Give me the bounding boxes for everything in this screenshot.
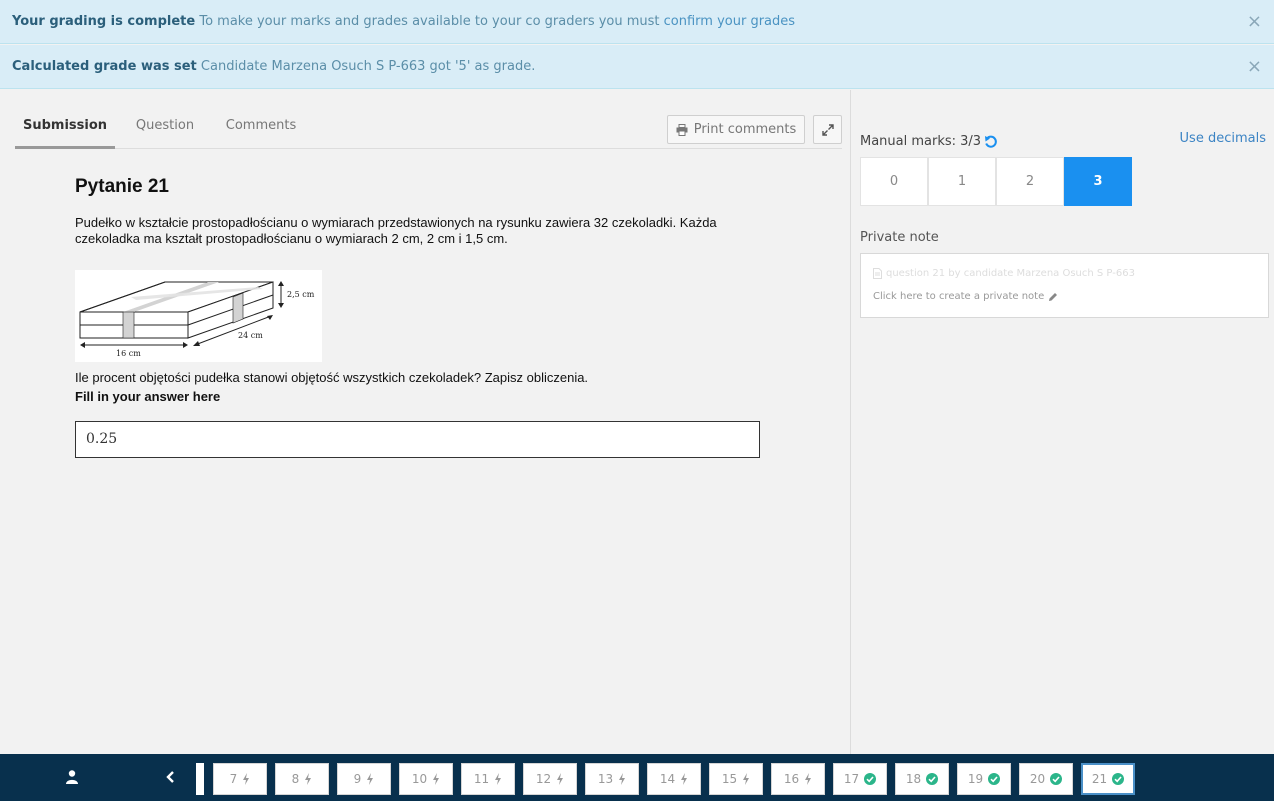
question-nav-button[interactable]: 20 xyxy=(1019,763,1073,795)
close-icon[interactable]: × xyxy=(1247,0,1262,44)
question-number: 10 xyxy=(411,772,428,786)
print-comments-label: Print comments xyxy=(693,122,797,137)
tab-comments[interactable]: Comments xyxy=(223,118,299,149)
document-icon xyxy=(873,268,882,279)
manual-marks-label: Manual marks: 3/3 xyxy=(860,134,998,149)
question-nav-button[interactable]: 11 xyxy=(461,763,515,795)
question-nav-button[interactable]: 10 xyxy=(399,763,453,795)
lightning-icon xyxy=(557,773,564,785)
question-number: 20 xyxy=(1029,772,1046,786)
question-nav-button[interactable]: 7 xyxy=(213,763,267,795)
lightning-icon xyxy=(305,773,312,785)
question-nav-button[interactable]: 13 xyxy=(585,763,639,795)
question-number: 14 xyxy=(659,772,676,786)
scroll-edge xyxy=(196,763,204,795)
confirm-grades-link[interactable]: confirm your grades xyxy=(664,14,795,29)
lightning-icon xyxy=(243,773,250,785)
mark-selector: 0 1 2 3 xyxy=(860,157,1132,206)
box-diagram: 2,5 cm 24 cm 16 cm xyxy=(75,270,322,362)
private-note-meta-text: question 21 by candidate Marzena Osuch S… xyxy=(886,268,1135,279)
question-number: 17 xyxy=(843,772,860,786)
question-nav-button[interactable]: 21 xyxy=(1081,763,1135,795)
question-number: 16 xyxy=(783,772,800,786)
lightning-icon xyxy=(619,773,626,785)
chevron-left-icon[interactable] xyxy=(164,769,178,788)
question-nav-button[interactable]: 16 xyxy=(771,763,825,795)
question-nav-button[interactable]: 18 xyxy=(895,763,949,795)
private-note-cta[interactable]: Click here to create a private note xyxy=(873,291,1058,302)
check-circle-icon xyxy=(864,773,877,785)
question-number: 13 xyxy=(597,772,614,786)
question-nav-button[interactable]: 9 xyxy=(337,763,391,795)
tab-question[interactable]: Question xyxy=(133,118,197,149)
expand-icon xyxy=(821,123,834,136)
private-note-label: Private note xyxy=(860,230,939,245)
mark-option-3[interactable]: 3 xyxy=(1064,157,1132,206)
check-circle-icon xyxy=(926,773,939,785)
manual-marks-text: Manual marks: 3/3 xyxy=(860,134,982,149)
question-number: 15 xyxy=(721,772,738,786)
user-icon[interactable] xyxy=(64,769,80,788)
print-comments-button[interactable]: Print comments xyxy=(667,115,805,144)
print-icon xyxy=(676,123,688,136)
use-decimals-link[interactable]: Use decimals xyxy=(1180,131,1266,146)
private-note-meta: question 21 by candidate Marzena Osuch S… xyxy=(873,268,1135,279)
depth-label: 24 cm xyxy=(238,331,263,340)
question-number: 7 xyxy=(229,772,238,786)
lightning-icon xyxy=(367,773,374,785)
question-nav-button[interactable]: 8 xyxy=(275,763,329,795)
question-title: Pytanie 21 xyxy=(75,176,169,197)
height-label: 2,5 cm xyxy=(287,290,315,299)
question-number: 8 xyxy=(291,772,300,786)
alert-message: To make your marks and grades available … xyxy=(199,14,660,29)
question-number: 19 xyxy=(967,772,984,786)
grading-pane: Manual marks: 3/3 Use decimals 0 1 2 3 P… xyxy=(850,90,1274,754)
lightning-icon xyxy=(681,773,688,785)
question-nav-button[interactable]: 15 xyxy=(709,763,763,795)
question-number: 21 xyxy=(1091,772,1108,786)
question-navigation-bar: 7 8 9 10 11 12 13 14 15 16 17 18 19 20 21 xyxy=(0,754,1274,801)
question-nav-button[interactable]: 19 xyxy=(957,763,1011,795)
width-label: 16 cm xyxy=(116,349,141,358)
reset-icon[interactable] xyxy=(984,135,998,149)
question-prompt: Ile procent objętości pudełka stanowi ob… xyxy=(75,370,589,385)
check-circle-icon xyxy=(988,773,1001,785)
question-number: 18 xyxy=(905,772,922,786)
grade-set-alert: Calculated grade was set Candidate Marze… xyxy=(0,45,1274,89)
close-icon[interactable]: × xyxy=(1247,45,1262,89)
answer-field[interactable]: 0.25 xyxy=(75,421,760,458)
check-circle-icon xyxy=(1050,773,1063,785)
question-nav-button[interactable]: 17 xyxy=(833,763,887,795)
fill-answer-label: Fill in your answer here xyxy=(75,389,221,404)
question-number: 11 xyxy=(473,772,490,786)
question-number: 12 xyxy=(535,772,552,786)
lightning-icon xyxy=(805,773,812,785)
lightning-icon xyxy=(433,773,440,785)
lightning-icon xyxy=(495,773,502,785)
question-nav-button[interactable]: 14 xyxy=(647,763,701,795)
check-circle-icon xyxy=(1112,773,1125,785)
question-number: 9 xyxy=(353,772,362,786)
pencil-icon xyxy=(1049,292,1058,301)
expand-button[interactable] xyxy=(813,115,842,144)
lightning-icon xyxy=(743,773,750,785)
question-text: Pudełko w kształcie prostopadłościanu o … xyxy=(75,215,717,246)
alert-title: Calculated grade was set xyxy=(12,59,197,74)
grading-complete-alert: Your grading is complete To make your ma… xyxy=(0,0,1274,44)
question-nav-button[interactable]: 12 xyxy=(523,763,577,795)
alert-title: Your grading is complete xyxy=(12,14,196,29)
private-note-box[interactable]: question 21 by candidate Marzena Osuch S… xyxy=(860,253,1269,318)
alert-message: Candidate Marzena Osuch S P-663 got '5' … xyxy=(200,59,536,74)
mark-option-2[interactable]: 2 xyxy=(996,157,1064,206)
mark-option-1[interactable]: 1 xyxy=(928,157,996,206)
submission-pane: Submission Question Comments Print comme… xyxy=(0,90,850,754)
tab-submission[interactable]: Submission xyxy=(15,118,115,149)
mark-option-0[interactable]: 0 xyxy=(860,157,928,206)
private-note-cta-text: Click here to create a private note xyxy=(873,291,1045,302)
